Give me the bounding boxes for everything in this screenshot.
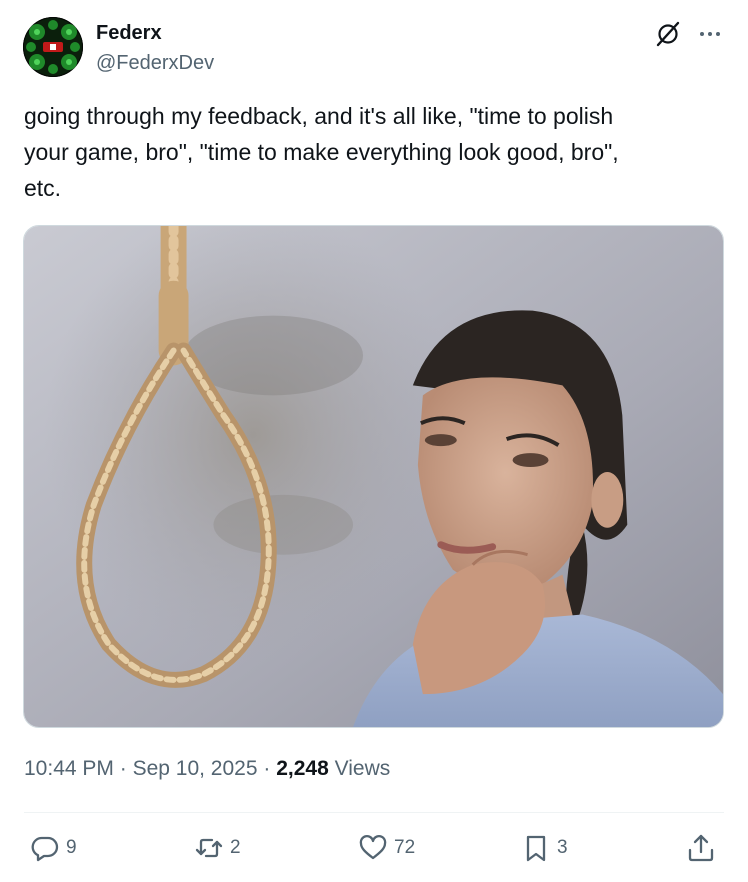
avatar[interactable] [23, 17, 83, 77]
reply-button[interactable]: 9 [30, 832, 77, 864]
tweet-meta: 10:44 PM · Sep 10, 2025 · 2,248 Views [24, 756, 390, 782]
heart-icon [358, 833, 388, 863]
repost-button[interactable]: 2 [194, 832, 241, 864]
divider [24, 812, 724, 813]
views-count[interactable]: 2,248 [276, 757, 329, 780]
author-name[interactable]: Federx [96, 20, 162, 46]
grok-icon[interactable] [654, 20, 682, 48]
bookmark-icon [521, 833, 551, 863]
tweet-time[interactable]: 10:44 PM [24, 757, 114, 780]
meta-separator: · [263, 757, 271, 780]
tweet-card: Federx @FederxDev going through my feedb… [0, 0, 748, 882]
avatar-image [23, 17, 83, 77]
views-label: Views [334, 757, 391, 780]
like-count: 72 [394, 837, 416, 858]
tweet-media-image[interactable] [23, 225, 724, 728]
repost-count: 2 [230, 837, 241, 858]
tweet-text: going through my feedback, and it's all … [24, 103, 619, 201]
bookmark-button[interactable]: 3 [521, 832, 568, 864]
like-button[interactable]: 72 [358, 832, 415, 864]
share-icon [686, 833, 716, 863]
meta-separator: · [119, 757, 127, 780]
author-handle[interactable]: @FederxDev [96, 50, 214, 76]
reply-icon [30, 833, 60, 863]
share-button[interactable] [686, 832, 716, 864]
repost-icon [194, 833, 224, 863]
reply-count: 9 [66, 837, 77, 858]
more-options-icon[interactable] [696, 20, 724, 48]
bookmark-count: 3 [557, 837, 568, 858]
tweet-date[interactable]: Sep 10, 2025 [133, 757, 258, 780]
